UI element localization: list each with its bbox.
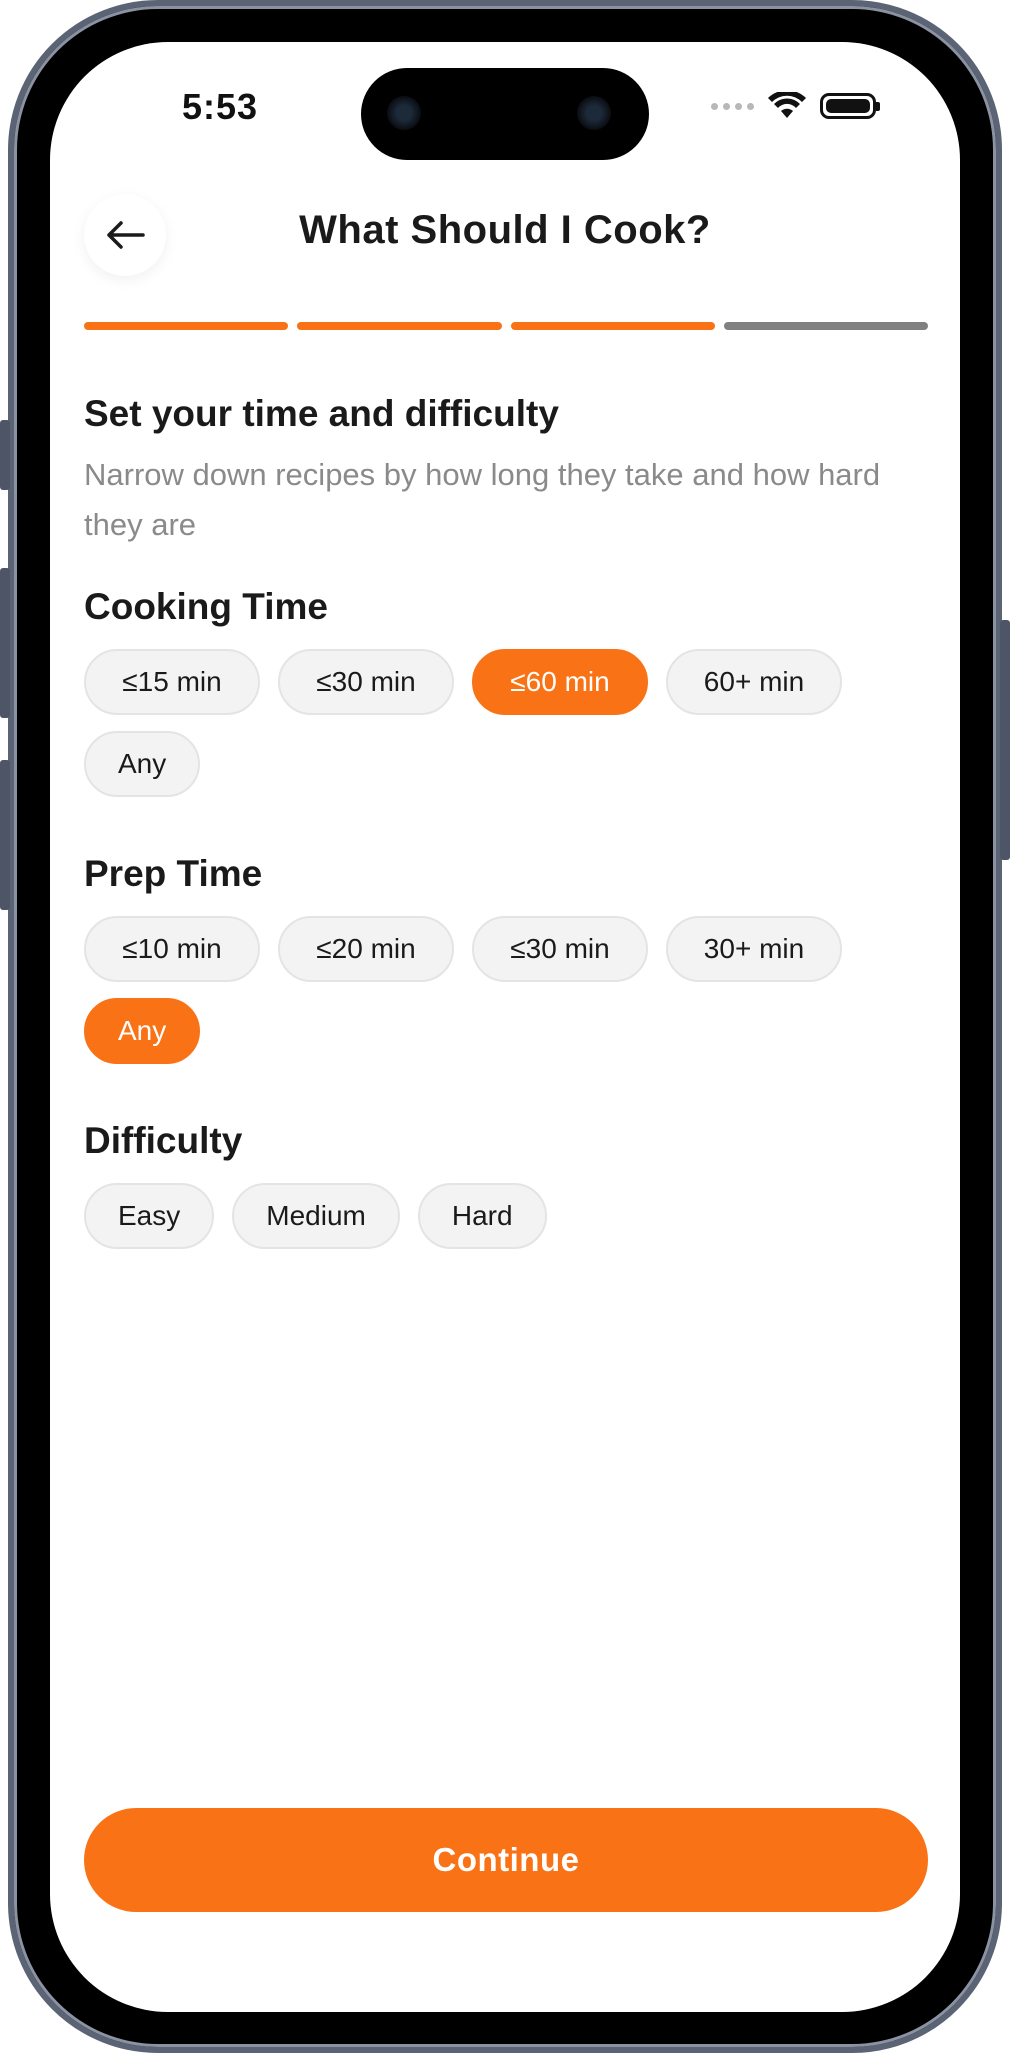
difficulty-title: Difficulty <box>84 1119 243 1161</box>
cooking-time-title: Cooking Time <box>84 585 328 627</box>
difficulty-chip[interactable]: Hard <box>417 1182 547 1249</box>
cooking-time-chips: ≤15 min ≤30 min ≤60 min 60+ min Any <box>84 648 928 797</box>
prep-time-chip[interactable]: ≤30 min <box>472 915 648 982</box>
screen: 5:53 What Should I Cook? Set your time a… <box>50 42 960 2012</box>
volume-down-button <box>0 760 10 910</box>
wifi-icon <box>768 92 806 118</box>
filter-content: Set your time and difficulty Narrow down… <box>84 392 928 1249</box>
cooking-time-chip[interactable]: Any <box>84 730 201 797</box>
sensor-icon <box>577 96 611 130</box>
status-time: 5:53 <box>182 86 259 127</box>
progress-step-2 <box>297 322 502 330</box>
section-description: Narrow down recipes by how long they tak… <box>84 457 881 542</box>
prep-time-chip[interactable]: 30+ min <box>666 915 842 982</box>
prep-time-group: Prep Time ≤10 min ≤20 min ≤30 min 30+ mi… <box>84 855 928 1064</box>
cooking-time-chip[interactable]: ≤15 min <box>84 648 260 715</box>
progress-step-1 <box>84 322 289 330</box>
cooking-time-group: Cooking Time ≤15 min ≤30 min ≤60 min 60+… <box>84 588 928 797</box>
cooking-time-chip[interactable]: 60+ min <box>666 648 842 715</box>
difficulty-chip[interactable]: Easy <box>84 1182 215 1249</box>
status-icons <box>711 92 880 120</box>
cooking-time-chip[interactable]: ≤30 min <box>278 648 454 715</box>
section-heading: Set your time and difficulty <box>84 393 559 434</box>
difficulty-chips: Easy Medium Hard <box>84 1182 928 1249</box>
difficulty-chip[interactable]: Medium <box>232 1182 400 1249</box>
prep-time-chip[interactable]: ≤20 min <box>278 915 454 982</box>
volume-up-button <box>0 568 10 718</box>
cooking-time-chip-selected[interactable]: ≤60 min <box>472 648 648 715</box>
page-title: What Should I Cook? <box>299 208 711 252</box>
power-button <box>1000 620 1010 860</box>
difficulty-group: Difficulty Easy Medium Hard <box>84 1122 928 1249</box>
dynamic-island <box>361 68 649 160</box>
camera-icon <box>387 96 421 130</box>
signal-dots-icon <box>711 102 754 110</box>
prep-time-title: Prep Time <box>84 852 263 894</box>
progress-step-3 <box>510 322 715 330</box>
prep-time-chips: ≤10 min ≤20 min ≤30 min 30+ min Any <box>84 915 928 1064</box>
battery-icon <box>820 93 880 119</box>
prep-time-chip[interactable]: ≤10 min <box>84 915 260 982</box>
progress-step-4 <box>723 322 928 330</box>
prep-time-chip-selected[interactable]: Any <box>84 997 201 1064</box>
continue-button[interactable]: Continue <box>84 1808 928 1912</box>
step-progress <box>84 322 928 330</box>
silent-switch <box>0 420 10 490</box>
